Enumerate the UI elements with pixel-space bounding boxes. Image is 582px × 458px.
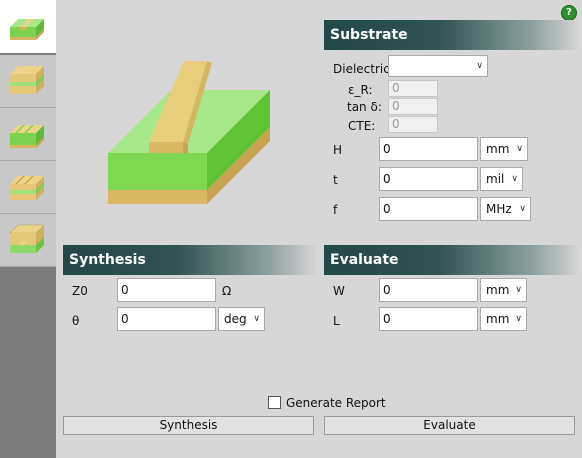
generate-report-checkbox[interactable]	[268, 396, 281, 409]
dielectric-select[interactable]: ∨	[388, 55, 488, 77]
chevron-down-icon: ∨	[516, 144, 523, 154]
tand-field[interactable]: 0	[388, 98, 438, 115]
t-unit-value: mil	[486, 172, 505, 186]
sidebar-item-enclosed-microstrip[interactable]	[0, 214, 56, 267]
coupled-stripline-icon	[10, 176, 44, 200]
stripline-icon	[10, 66, 44, 94]
sidebar-item-stripline[interactable]	[0, 55, 56, 108]
chevron-down-icon: ∨	[253, 314, 260, 324]
theta-unit-select[interactable]: deg ∨	[218, 307, 265, 331]
synthesis-header: Synthesis	[63, 245, 315, 275]
l-field[interactable]: 0	[379, 307, 478, 331]
t-label: t	[333, 173, 338, 187]
substrate-header: Substrate	[324, 20, 578, 50]
f-label: f	[333, 203, 338, 217]
t-field[interactable]: 0	[379, 167, 478, 191]
z0-field[interactable]: 0	[117, 278, 216, 302]
coupled-microstrip-icon	[10, 125, 44, 148]
f-unit-value: MHz	[486, 202, 512, 216]
help-icon[interactable]: ?	[561, 5, 577, 21]
tand-label: tan δ:	[347, 100, 382, 114]
sidebar-item-coupled-microstrip[interactable]	[0, 108, 56, 161]
t-unit-select[interactable]: mil ∨	[480, 167, 523, 191]
chevron-down-icon: ∨	[511, 174, 518, 184]
evaluate-button[interactable]: Evaluate	[324, 416, 575, 435]
cte-field[interactable]: 0	[388, 116, 438, 133]
dielectric-label: Dielectric	[333, 62, 390, 76]
sidebar-item-microstrip[interactable]	[0, 0, 56, 53]
f-unit-select[interactable]: MHz ∨	[480, 197, 531, 221]
er-label: ε_R:	[348, 83, 373, 97]
er-field[interactable]: 0	[388, 80, 438, 97]
w-unit-value: mm	[486, 283, 510, 297]
chevron-down-icon: ∨	[476, 61, 483, 71]
generate-report-label: Generate Report	[286, 396, 386, 410]
enclosed-microstrip-icon	[9, 224, 45, 253]
l-label: L	[333, 314, 340, 328]
ground-plane-front	[108, 190, 207, 204]
strip-front	[149, 142, 183, 153]
theta-unit-value: deg	[224, 312, 247, 326]
theta-field[interactable]: 0	[117, 307, 216, 331]
chevron-down-icon: ∨	[515, 314, 522, 324]
l-unit-select[interactable]: mm ∨	[480, 307, 527, 331]
evaluate-header: Evaluate	[324, 245, 578, 275]
w-field[interactable]: 0	[379, 278, 478, 302]
z0-label: Z0	[72, 284, 88, 298]
microstrip-illustration	[108, 61, 270, 204]
sidebar-item-coupled-stripline[interactable]	[0, 161, 56, 214]
chevron-down-icon: ∨	[515, 285, 522, 295]
z0-unit-label: Ω	[222, 284, 232, 298]
h-field[interactable]: 0	[379, 137, 478, 161]
w-label: W	[333, 284, 345, 298]
cte-label: CTE:	[348, 119, 376, 133]
sidebar	[0, 0, 56, 458]
w-unit-select[interactable]: mm ∨	[480, 278, 527, 302]
h-unit-select[interactable]: mm ∨	[480, 137, 528, 161]
synthesis-button[interactable]: Synthesis	[63, 416, 314, 435]
chevron-down-icon: ∨	[519, 204, 526, 214]
h-label: H	[333, 143, 343, 157]
microstrip-icon	[10, 19, 44, 40]
substrate-front-face	[108, 153, 207, 190]
h-unit-value: mm	[486, 142, 510, 156]
f-field[interactable]: 0	[379, 197, 478, 221]
l-unit-value: mm	[486, 312, 510, 326]
theta-label: θ	[72, 314, 80, 328]
